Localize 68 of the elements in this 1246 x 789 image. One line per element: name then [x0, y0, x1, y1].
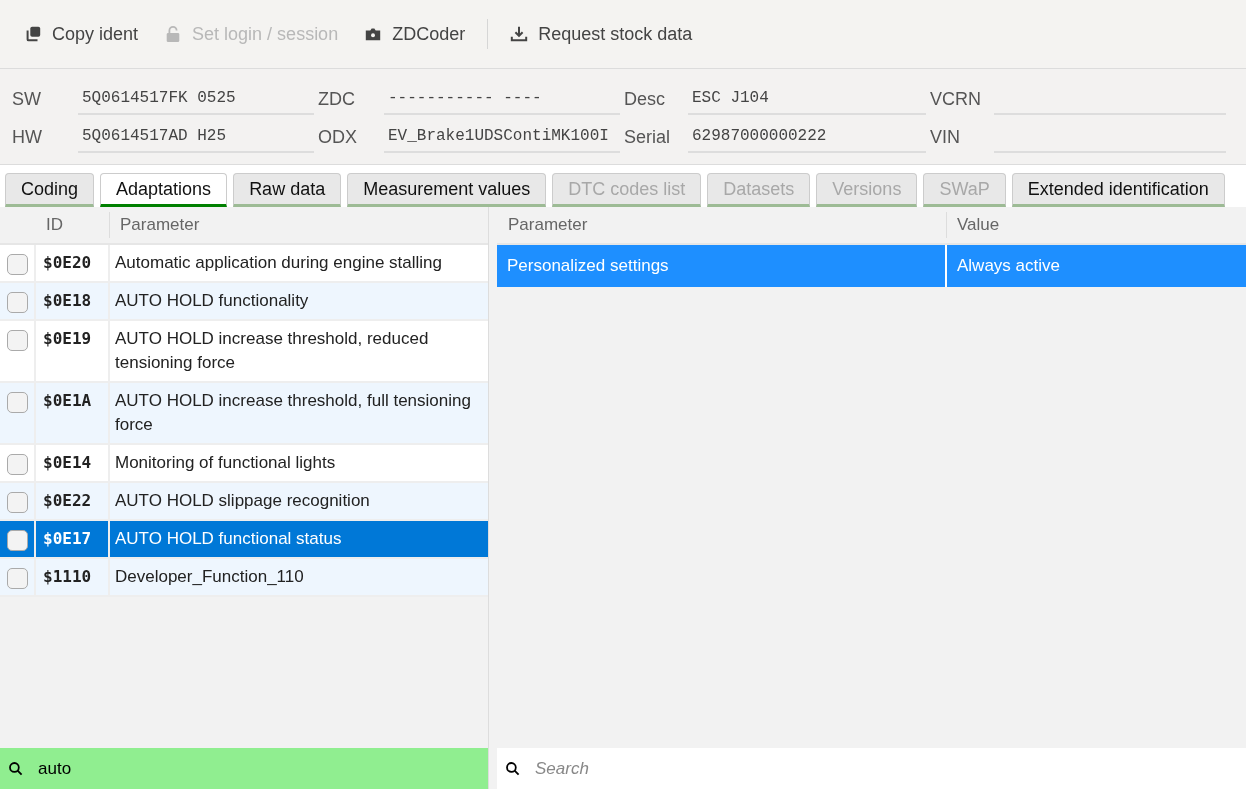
table-cell: $0E1A: [36, 383, 110, 443]
table-cell-text: AUTO HOLD functional status: [114, 528, 343, 550]
table-row[interactable]: $1110 Developer_Function_110: [0, 559, 488, 597]
download-icon: [510, 25, 529, 43]
checkbox[interactable]: [6, 530, 28, 551]
checkbox[interactable]: [6, 392, 28, 413]
table-cell: $0E14: [36, 445, 110, 481]
search-field[interactable]: Search: [497, 748, 1246, 789]
ident-field[interactable]: 62987000000222: [688, 121, 926, 153]
tab[interactable]: Measurement values: [347, 173, 547, 207]
table-cell: $1110: [36, 559, 110, 595]
field-label: HW: [12, 125, 43, 149]
ident-field[interactable]: 5Q0614517AD H25: [78, 121, 314, 153]
table-cell: $0E17: [36, 521, 110, 557]
checkbox[interactable]: [6, 454, 28, 475]
table-row[interactable]: $0E17 AUTO HOLD functional status: [0, 521, 488, 559]
field-label: VCRN: [930, 87, 982, 111]
table-cell-text: Developer_Function_110: [114, 566, 305, 588]
table-row[interactable]: $0E14 Monitoring of functional lights: [0, 445, 488, 483]
column-header[interactable]: Parameter: [497, 212, 947, 238]
toolbar-button[interactable]: Request stock data: [500, 14, 703, 54]
field-label: ODX: [318, 125, 358, 149]
table-row[interactable]: $0E18 AUTO HOLD functionality: [0, 283, 488, 321]
toolbar-button[interactable]: ZDCoder: [354, 14, 476, 54]
checkbox[interactable]: [6, 292, 28, 313]
table-cell: $0E19: [36, 321, 110, 381]
search-icon: [505, 760, 521, 777]
checkbox[interactable]: [6, 492, 28, 513]
field-label: Desc: [624, 87, 666, 111]
checkbox[interactable]: [6, 254, 28, 275]
tab[interactable]: Adaptations: [100, 173, 228, 207]
column-header[interactable]: Parameter: [110, 212, 488, 238]
column-header[interactable]: Value: [947, 212, 1246, 238]
search-field[interactable]: auto: [0, 748, 488, 789]
table-cell-text: AUTO HOLD increase threshold, full tensioning force: [114, 390, 472, 436]
table-cell-text: AUTO HOLD functionality: [114, 290, 310, 312]
toolbar-button[interactable]: Copy ident: [14, 14, 149, 54]
tab[interactable]: Coding: [5, 173, 95, 207]
search-input[interactable]: auto: [38, 755, 480, 782]
table-cell-text: Monitoring of functional lights: [114, 452, 337, 474]
tab[interactable]: Raw data: [233, 173, 342, 207]
checkbox[interactable]: [6, 568, 28, 589]
column-header[interactable]: ID: [36, 212, 110, 238]
ident-field[interactable]: 5Q0614517FK 0525: [78, 83, 314, 115]
table-cell-text: Automatic application during engine stalling: [114, 252, 443, 274]
ident-field[interactable]: EV_Brake1UDSContiMK100I: [384, 121, 620, 153]
field-label: SW: [12, 87, 42, 111]
table-row[interactable]: $0E20 Automatic application during engine stalling: [0, 245, 488, 283]
table-row[interactable]: $0E19 AUTO HOLD increase threshold, reduced tensioning force: [0, 321, 488, 383]
field-label: Serial: [624, 125, 672, 149]
table-cell-text: AUTO HOLD increase threshold, reduced tensioning force: [114, 328, 430, 374]
table-cell: $0E18: [36, 283, 110, 319]
table-row[interactable]: $0E22 AUTO HOLD slippage recognition: [0, 483, 488, 521]
table-cell: $0E22: [36, 483, 110, 519]
table-cell-text: AUTO HOLD slippage recognition: [114, 490, 371, 512]
table-cell-text: Always active: [956, 255, 1061, 278]
ident-field[interactable]: ESC J104: [688, 83, 926, 115]
field-label: VIN: [930, 125, 961, 149]
ident-field[interactable]: ----------- ----: [384, 83, 620, 115]
table-cell: $0E20: [36, 245, 110, 281]
field-label: ZDC: [318, 87, 356, 111]
search-icon: [8, 760, 24, 777]
table-cell: Personalized settings: [497, 245, 947, 287]
tab[interactable]: Extended identification: [1011, 173, 1225, 207]
copy-icon: [24, 25, 42, 43]
table-row[interactable]: $0E1A AUTO HOLD increase threshold, full tensioning force: [0, 383, 488, 445]
search-input[interactable]: Search: [535, 755, 1238, 782]
checkbox[interactable]: [6, 330, 28, 351]
